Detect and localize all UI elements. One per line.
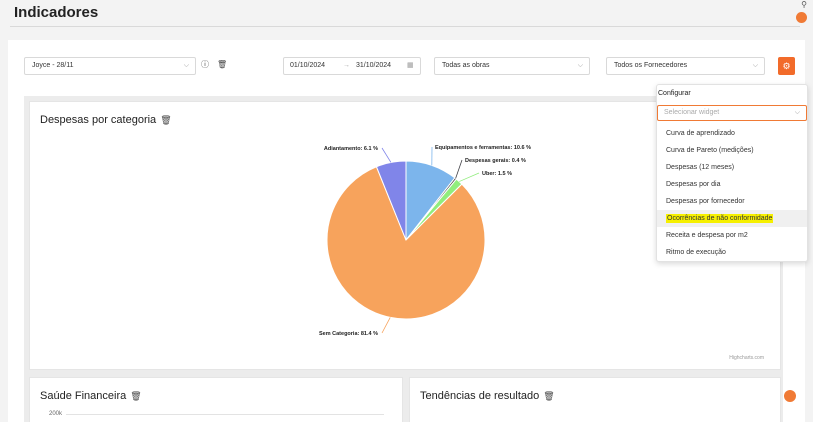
widget-select[interactable]: Selecionar widget ⌵: [657, 105, 807, 121]
tendencias-title-text: Tendências de resultado: [420, 390, 540, 402]
widget-option-label: Receita e despesa por m2: [666, 232, 748, 239]
configure-label: Configurar: [658, 90, 691, 97]
pie-connector: [381, 147, 392, 163]
widget-options: Curva de aprendizado Curva de Pareto (med…: [657, 125, 807, 261]
page-title: Indicadores: [14, 4, 99, 21]
saude-title: Saúde Financeira 🗑: [40, 390, 142, 402]
date-range-picker[interactable]: 01/10/2024 → 31/10/2024 ▦: [283, 57, 421, 75]
pie-data-label: Uber: 1.5 %: [482, 171, 512, 177]
widget-option-label: Curva de Pareto (medições): [666, 147, 754, 154]
chevron-down-icon: ⌵: [183, 62, 189, 69]
chevron-down-icon: ⌵: [794, 109, 800, 116]
suppliers-select-value: Todos os Fornecedores: [614, 62, 688, 69]
pie-data-label: Adiantamento: 6.1 %: [324, 146, 378, 152]
widget-option-label: Curva de aprendizado: [666, 130, 735, 137]
pie-data-label: Equipamentos e ferramentas: 10.6 %: [435, 145, 531, 151]
widget-option[interactable]: Ritmo de execução: [657, 244, 807, 261]
widget-option[interactable]: Receita e despesa por m2: [657, 227, 807, 244]
date-arrow-icon: →: [343, 62, 350, 69]
title-divider: [10, 26, 800, 27]
widget-option[interactable]: Ocorrências de não conformidade: [657, 210, 807, 227]
user-select[interactable]: Joyce - 28/11 ⌵: [24, 57, 196, 75]
widget-option-label: Despesas por fornecedor: [666, 198, 745, 205]
trash-icon[interactable]: 🗑: [543, 391, 554, 401]
info-icon[interactable]: ⓘ: [200, 60, 210, 70]
suppliers-select[interactable]: Todos os Fornecedores ⌵: [606, 57, 765, 75]
widget-select-placeholder: Selecionar widget: [664, 109, 720, 116]
pie-connector: [381, 317, 391, 334]
tendencias-title: Tendências de resultado 🗑: [420, 390, 555, 402]
y-axis-label: 200k: [49, 411, 63, 417]
widget-option-label: Ocorrências de não conformidade: [666, 214, 774, 223]
pin-icon[interactable]: ⚲: [801, 0, 807, 9]
widget-option[interactable]: Despesas por dia: [657, 176, 807, 193]
widget-option-label: Despesas por dia: [666, 181, 721, 188]
trash-icon[interactable]: 🗑: [217, 60, 227, 70]
indicators-page: Indicadores ⚲ Joyce - 28/11 ⌵ ⓘ 🗑 01/10/…: [0, 0, 813, 422]
calendar-icon: ▦: [407, 62, 414, 69]
grid-line: [66, 414, 384, 415]
chart-credits: Highcharts.com: [729, 355, 764, 361]
pie-data-label: Despesas gerais: 0.4 %: [465, 158, 526, 164]
chevron-down-icon: ⌵: [752, 62, 758, 69]
saude-card: Saúde Financeira 🗑: [29, 377, 403, 422]
saude-title-text: Saúde Financeira: [40, 390, 127, 402]
settings-button[interactable]: ⚙: [778, 57, 795, 75]
trash-icon[interactable]: 🗑: [130, 391, 141, 401]
scroll-handle[interactable]: [784, 390, 796, 402]
top-right-controls: ⚲: [795, 0, 809, 24]
widget-option[interactable]: Despesas por fornecedor: [657, 193, 807, 210]
widget-option-label: Despesas (12 meses): [666, 164, 735, 171]
pie-connector: [459, 172, 480, 182]
pie-data-label: Sem Categoria: 81.4 %: [319, 331, 378, 337]
gear-icon: ⚙: [782, 61, 791, 71]
widget-option[interactable]: Despesas (12 meses): [657, 159, 807, 176]
configure-dropdown: Configurar Selecionar widget ⌵ Curva de …: [656, 84, 808, 262]
widget-option[interactable]: Curva de Pareto (medições): [657, 142, 807, 159]
date-end[interactable]: 31/10/2024: [356, 58, 391, 74]
pie-connector: [455, 159, 463, 179]
filter-bar: Joyce - 28/11 ⌵ ⓘ 🗑 01/10/2024 → 31/10/2…: [24, 57, 799, 77]
user-select-value: Joyce - 28/11: [32, 62, 74, 69]
date-start[interactable]: 01/10/2024: [290, 58, 325, 74]
widget-option-label: Ritmo de execução: [666, 249, 726, 256]
tendencias-card: Tendências de resultado 🗑: [409, 377, 781, 422]
chevron-down-icon: ⌵: [577, 62, 583, 69]
works-select-value: Todas as obras: [442, 62, 490, 69]
widget-option[interactable]: Curva de aprendizado: [657, 125, 807, 142]
works-select[interactable]: Todas as obras ⌵: [434, 57, 590, 75]
help-icon[interactable]: [796, 12, 807, 23]
